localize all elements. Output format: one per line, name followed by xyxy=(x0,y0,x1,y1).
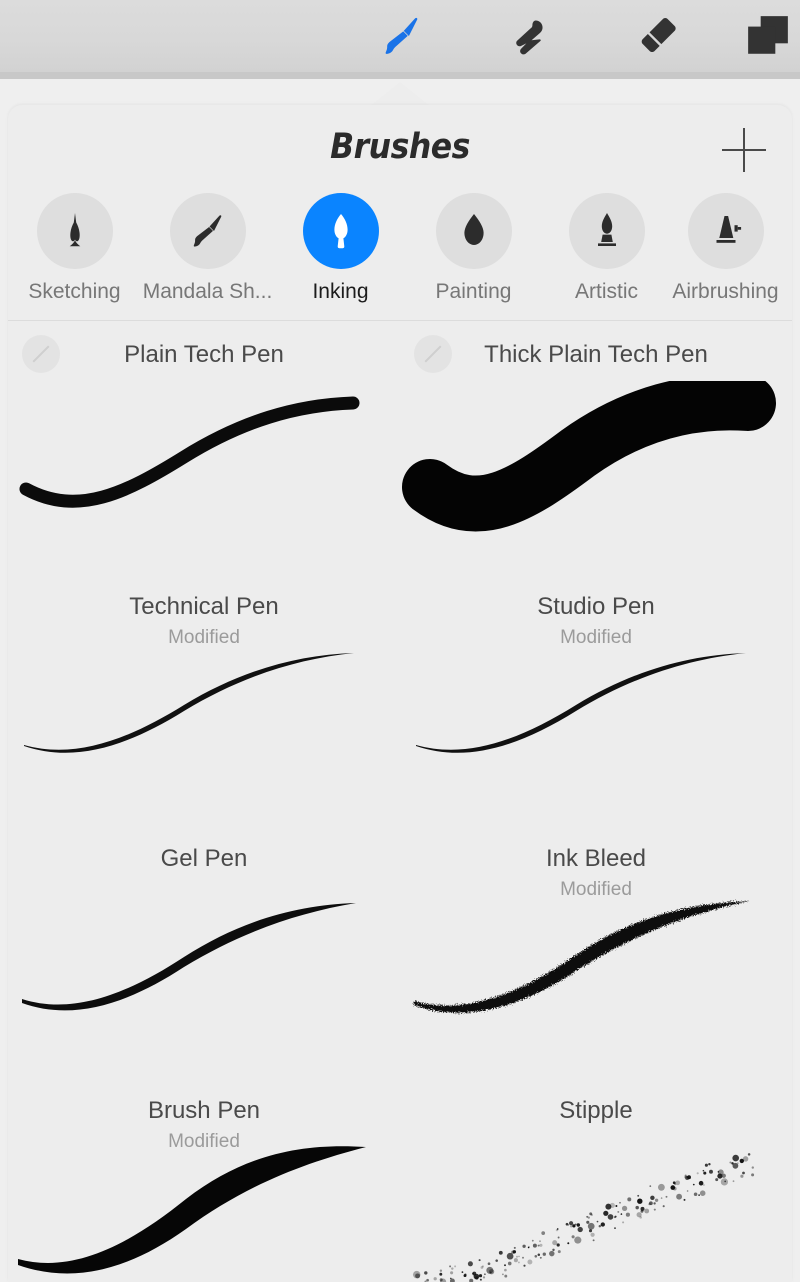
brush-name: Gel Pen xyxy=(160,845,248,872)
brushes-panel-header: Brushes xyxy=(8,105,792,193)
brush-category-sketching[interactable]: Sketching xyxy=(8,193,141,304)
smudge-icon xyxy=(507,13,553,59)
brush-stroke-preview xyxy=(8,633,400,818)
brush-name: Brush Pen xyxy=(147,1097,261,1124)
eraser-icon xyxy=(635,13,681,59)
brush-category-label: Inking xyxy=(312,280,369,303)
brush-name: Stipple xyxy=(559,1097,633,1124)
brush-category-painting[interactable]: Painting xyxy=(407,193,540,304)
brush-category-artistic[interactable]: Artistic xyxy=(540,193,673,304)
brush-category-label: Painting xyxy=(435,280,512,303)
brush-list-item[interactable]: Stipple xyxy=(400,1077,792,1282)
brush-name: Plain Tech Pen xyxy=(124,341,284,368)
add-brush-button[interactable] xyxy=(722,128,766,172)
smudge-tool[interactable] xyxy=(490,0,570,72)
brush-category-row: Sketching Mandala Sh... Inking Painting … xyxy=(8,193,792,321)
paintbrush-tool[interactable] xyxy=(362,0,442,72)
brush-name: Ink Bleed xyxy=(545,845,647,872)
layers-icon xyxy=(745,13,791,59)
brush-stroke-preview xyxy=(8,381,400,566)
brush-list-item[interactable]: Studio Pen Modified xyxy=(400,573,792,823)
brush-category-label: Mandala Sh... xyxy=(142,280,273,303)
paintbrush-icon xyxy=(379,13,425,59)
brush-stroke-preview xyxy=(400,633,792,818)
toolbar-divider xyxy=(0,72,800,79)
airbrush-icon xyxy=(687,193,764,269)
procreate-brushes-screen: Brushes Sketching Mandala Sh... Inking P… xyxy=(0,0,800,1282)
paintbrush-icon xyxy=(169,193,246,269)
brush-category-inking[interactable]: Inking xyxy=(274,193,407,304)
brush-list-item[interactable]: Gel Pen xyxy=(8,825,400,1075)
layers-tool[interactable] xyxy=(728,0,800,72)
brush-list-item[interactable]: Plain Tech Pen xyxy=(8,321,400,571)
brush-category-label: Artistic xyxy=(575,280,638,303)
brush-stroke-preview xyxy=(400,1137,792,1282)
brush-stroke-preview xyxy=(8,885,400,1070)
brush-category-label: Airbrushing xyxy=(672,280,779,303)
brush-category-label: Sketching xyxy=(28,280,121,303)
pencil-tip-icon xyxy=(36,193,113,269)
brush-stroke-preview xyxy=(400,381,792,566)
brush-stroke-preview xyxy=(400,885,792,1070)
brush-stroke-preview xyxy=(8,1137,400,1282)
brush-list-item[interactable]: Technical Pen Modified xyxy=(8,573,400,823)
brush-name: Technical Pen xyxy=(129,593,279,620)
eraser-tool[interactable] xyxy=(618,0,698,72)
brush-list-item[interactable]: Brush Pen Modified xyxy=(8,1077,400,1282)
brush-category-mandala-sh[interactable]: Mandala Sh... xyxy=(141,193,274,304)
brush-list-item[interactable]: Thick Plain Tech Pen xyxy=(400,321,792,571)
brush-category-airbrushing[interactable]: Airbrushing xyxy=(659,193,792,304)
panel-pointer-arrow xyxy=(370,82,430,106)
brush-name: Thick Plain Tech Pen xyxy=(484,341,708,368)
top-toolbar xyxy=(0,0,800,73)
brush-list-item[interactable]: Ink Bleed Modified xyxy=(400,825,792,1075)
brushes-panel: Brushes Sketching Mandala Sh... Inking P… xyxy=(8,105,792,1282)
droplet-icon xyxy=(435,193,512,269)
brush-tip-icon xyxy=(568,193,645,269)
page-title: Brushes xyxy=(330,127,470,167)
brush-name: Studio Pen xyxy=(537,593,655,620)
pen-nib-icon xyxy=(302,193,379,269)
